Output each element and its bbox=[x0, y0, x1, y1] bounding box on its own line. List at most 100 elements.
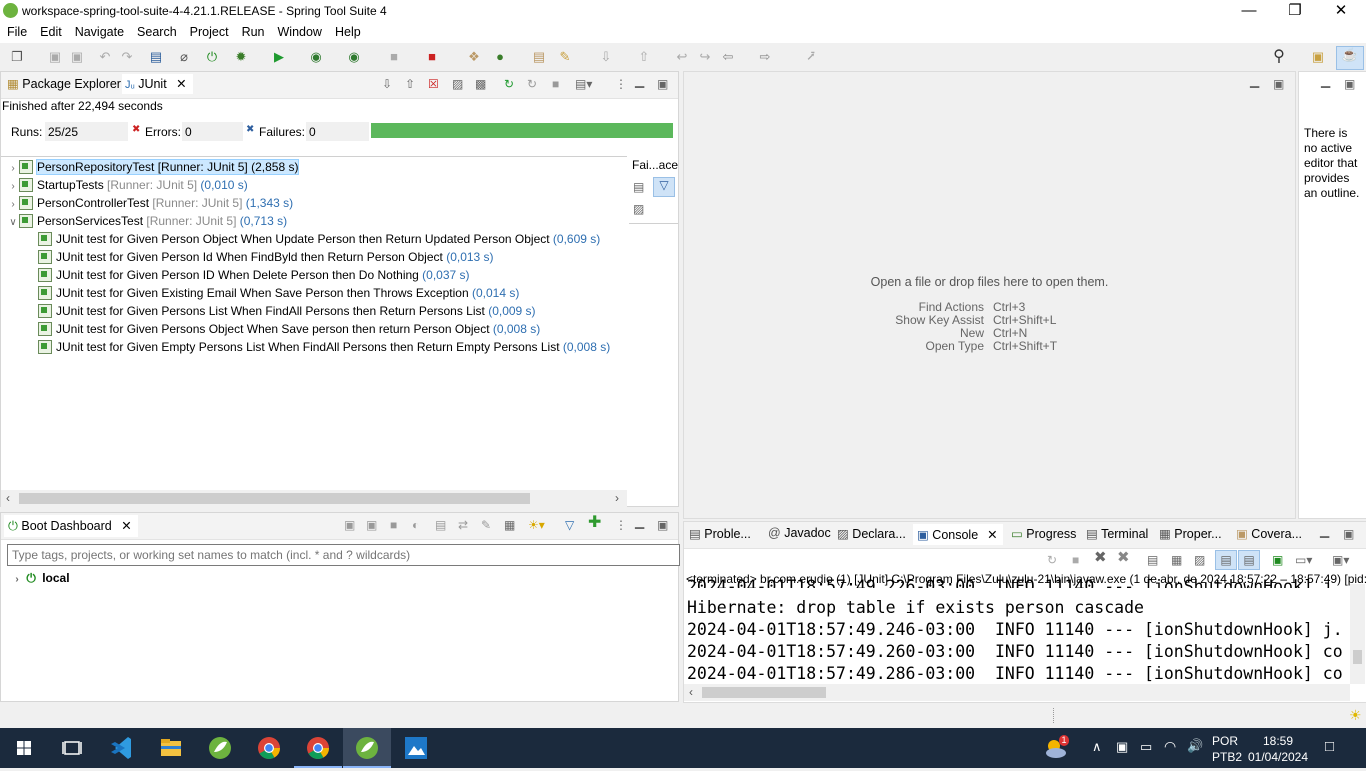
copy-trace-icon[interactable]: ▨ bbox=[633, 202, 644, 216]
relaunch-icon[interactable]: ■ bbox=[424, 49, 440, 65]
scroll-left-icon[interactable]: ‹ bbox=[6, 491, 10, 505]
tree-hscrollbar[interactable]: ‹ › bbox=[1, 490, 627, 507]
volume-icon[interactable]: 🔊 bbox=[1187, 738, 1203, 754]
last-edit-icon[interactable]: ↩ bbox=[674, 49, 690, 65]
chevron-down-icon[interactable]: ∨ bbox=[7, 214, 19, 232]
filter-trace-icon[interactable]: ▽ bbox=[653, 177, 675, 197]
tab-junit[interactable]: Jᵤ JUnit ✕ bbox=[122, 74, 193, 94]
notifications-icon[interactable]: □ bbox=[1325, 738, 1334, 755]
coverage-icon[interactable]: ◉ bbox=[308, 49, 324, 65]
edit-config-icon[interactable]: ✎ bbox=[481, 518, 491, 532]
menu-file[interactable]: File bbox=[0, 23, 33, 39]
new-class-icon[interactable]: ● bbox=[492, 49, 508, 65]
stop-icon[interactable]: ■ bbox=[386, 49, 402, 65]
maximize-view-icon[interactable]: ▣ bbox=[657, 518, 668, 532]
menu-edit[interactable]: Edit bbox=[33, 23, 68, 39]
chrome-taskbar-icon[interactable] bbox=[245, 728, 293, 768]
boot-filter-input[interactable] bbox=[7, 544, 680, 566]
test-case-row[interactable]: JUnit test for Given Persons List When F… bbox=[38, 302, 536, 320]
test-case-row[interactable]: JUnit test for Given Person Object When … bbox=[38, 230, 600, 248]
console-vscrollbar[interactable] bbox=[1350, 584, 1365, 684]
properties-icon[interactable]: ▦ bbox=[504, 518, 515, 532]
test-class-row[interactable]: ∨ PersonServicesTest [Runner: JUnit 5] (0… bbox=[7, 212, 287, 230]
live-hover-icon[interactable]: ⇄ bbox=[458, 518, 468, 532]
remove-launch-icon[interactable]: ✖ bbox=[1094, 550, 1107, 565]
close-tab-icon[interactable]: ✕ bbox=[121, 519, 131, 533]
save-all-icon[interactable]: ▣ bbox=[69, 49, 85, 65]
search-icon[interactable]: ⚲ bbox=[1271, 49, 1287, 65]
test-class-row[interactable]: › PersonControllerTest [Runner: JUnit 5] … bbox=[7, 194, 293, 212]
next-failure-icon[interactable]: ⇩ bbox=[382, 77, 392, 91]
battery-icon[interactable]: ▭ bbox=[1140, 739, 1152, 755]
task-view-button[interactable] bbox=[48, 728, 96, 768]
back-icon[interactable]: ⇦ bbox=[720, 49, 736, 65]
show-failures-only-icon[interactable]: ☒ bbox=[428, 77, 439, 91]
filter-icon[interactable]: ▽ bbox=[565, 518, 574, 532]
run-icon[interactable]: ▶ bbox=[271, 49, 287, 65]
scroll-lock-icon[interactable]: ▩ bbox=[475, 77, 486, 91]
next-annotation-icon[interactable]: ⇩ bbox=[598, 49, 614, 65]
spring-boot-icon[interactable]: ⏻ bbox=[204, 49, 220, 65]
console-icon[interactable]: ▤ bbox=[148, 49, 164, 65]
stop-app-icon[interactable]: ■ bbox=[390, 518, 397, 532]
console-hscrollbar[interactable]: ‹ bbox=[684, 684, 1350, 701]
maximize-view-icon[interactable]: ▣ bbox=[657, 77, 668, 91]
rerun-failed-icon[interactable]: ↻ bbox=[527, 77, 537, 91]
editor-minimize-icon[interactable]: ▁ bbox=[1250, 74, 1259, 88]
minimize-view-icon[interactable]: ▁ bbox=[1320, 524, 1329, 538]
rerun-icon[interactable]: ↻ bbox=[504, 77, 514, 91]
skip-breakpoints-icon[interactable]: ⌀ bbox=[176, 49, 192, 65]
console-hscroll-thumb[interactable] bbox=[702, 687, 826, 698]
add-target-icon[interactable]: ✚ bbox=[588, 515, 601, 531]
test-case-row[interactable]: JUnit test for Given Existing Email When… bbox=[38, 284, 519, 302]
pin-console-icon[interactable]: ▣ bbox=[1272, 553, 1283, 567]
start-app-icon[interactable]: ▣ bbox=[344, 518, 355, 532]
menu-window[interactable]: Window bbox=[271, 23, 328, 39]
language-indicator[interactable]: POR PTB2 bbox=[1212, 733, 1242, 765]
tab-coverage[interactable]: ▣ Covera... bbox=[1236, 526, 1302, 541]
open-browser-icon[interactable]: ◐ bbox=[412, 518, 419, 532]
minimize-view-icon[interactable]: ▁ bbox=[635, 515, 644, 529]
terminate-icon[interactable]: ■ bbox=[1072, 553, 1079, 567]
test-case-row[interactable]: JUnit test for Given Empty Persons List … bbox=[38, 338, 610, 356]
prev-annotation-icon[interactable]: ⇧ bbox=[636, 49, 652, 65]
search-tool-icon[interactable]: ✎ bbox=[557, 49, 573, 65]
tab-terminal[interactable]: ▤ Terminal bbox=[1086, 526, 1148, 541]
test-case-row[interactable]: JUnit test for Given Person Id When Find… bbox=[38, 248, 494, 266]
open-console-icon[interactable]: ▤ bbox=[435, 518, 446, 532]
lightbulb-icon[interactable]: ☀▾ bbox=[528, 518, 545, 532]
view-menu-icon[interactable]: ⋮ bbox=[615, 518, 627, 532]
close-window-button[interactable]: ✕ bbox=[1318, 0, 1364, 23]
tab-progress[interactable]: ▭ Progress bbox=[1011, 526, 1076, 541]
tab-properties[interactable]: ▦ Proper... bbox=[1159, 526, 1222, 541]
menu-search[interactable]: Search bbox=[130, 23, 183, 39]
java-perspective-icon[interactable]: ☕ bbox=[1336, 46, 1364, 70]
sts-taskbar-icon-active[interactable] bbox=[343, 728, 391, 768]
menu-project[interactable]: Project bbox=[183, 23, 235, 39]
clear-icon[interactable]: ↻ bbox=[1047, 553, 1057, 567]
outline-maximize-icon[interactable]: ▣ bbox=[1344, 77, 1355, 91]
boot-item-local[interactable]: › ⏻ local bbox=[11, 571, 69, 586]
tab-package-explorer[interactable]: ▦ Package Explorer bbox=[7, 76, 121, 91]
history-icon[interactable]: ▤▾ bbox=[575, 77, 592, 91]
tip-lightbulb-icon[interactable]: ☀ bbox=[1349, 707, 1362, 724]
undo-icon[interactable]: ↶ bbox=[97, 49, 113, 65]
start-button[interactable] bbox=[0, 728, 48, 768]
maximize-view-icon[interactable]: ▣ bbox=[1343, 527, 1354, 541]
test-class-row[interactable]: › StartupTests [Runner: JUnit 5] (0,010 s… bbox=[7, 176, 248, 194]
tab-boot-dashboard[interactable]: ⏻ Boot Dashboard ✕ bbox=[4, 515, 138, 537]
close-tab-icon[interactable]: ✕ bbox=[176, 77, 186, 91]
minimize-button[interactable]: — bbox=[1226, 0, 1272, 23]
expand-icon[interactable]: › bbox=[11, 574, 23, 585]
vscode-taskbar-icon[interactable] bbox=[98, 728, 146, 768]
open-perspective-icon[interactable]: ▣ bbox=[1310, 49, 1326, 65]
show-stderr-icon[interactable]: ▤ bbox=[1238, 550, 1260, 570]
menu-run[interactable]: Run bbox=[235, 23, 271, 39]
menu-help[interactable]: Help bbox=[328, 23, 367, 39]
tab-javadoc[interactable]: @ Javadoc bbox=[768, 526, 831, 540]
save-icon[interactable]: ▣ bbox=[47, 49, 63, 65]
scroll-lock-icon[interactable]: ▦ bbox=[1171, 553, 1182, 567]
external-tools-icon[interactable]: ◉ bbox=[346, 49, 362, 65]
forward-icon[interactable]: ⇨ bbox=[757, 49, 773, 65]
tree-hscroll-thumb[interactable] bbox=[19, 493, 530, 504]
